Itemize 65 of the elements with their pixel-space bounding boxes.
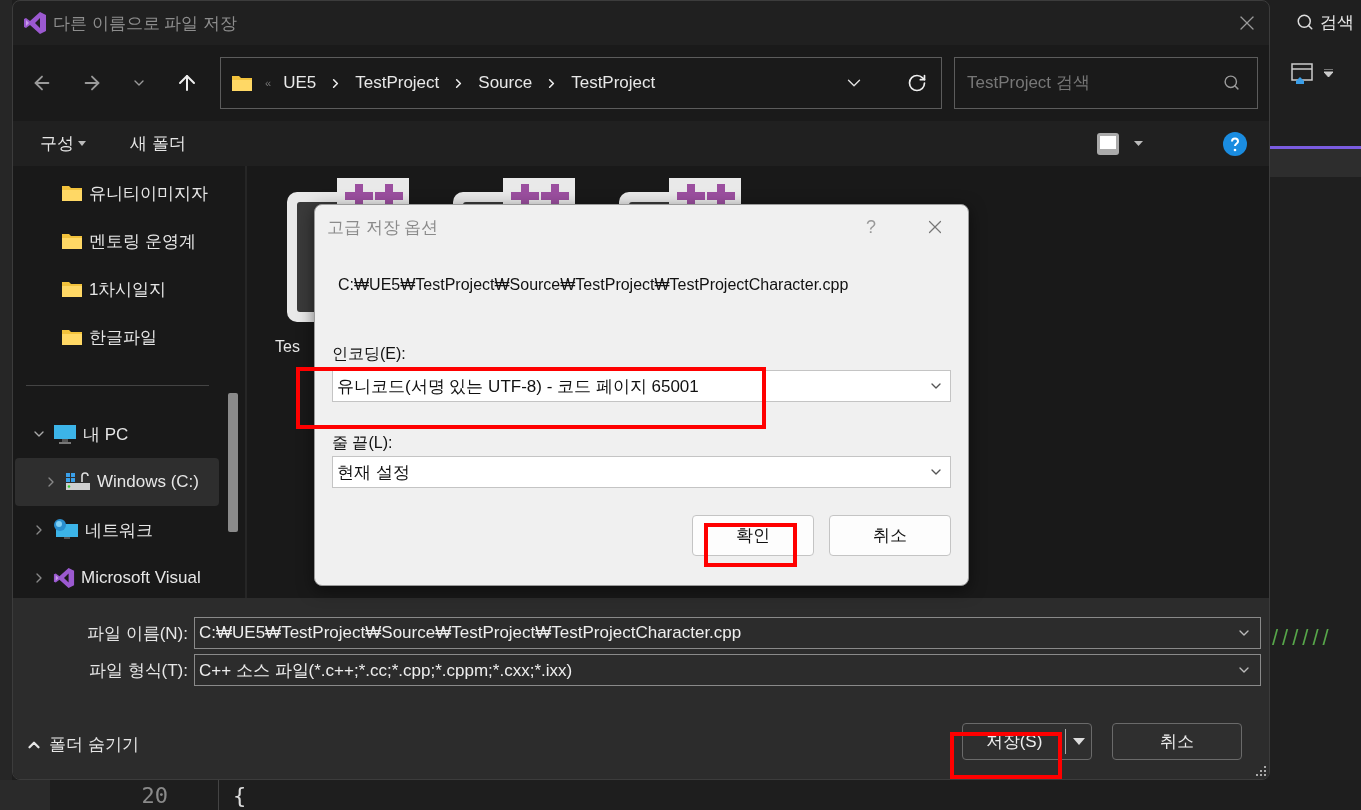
search-icon[interactable] — [1296, 13, 1314, 31]
overflow-mark: « — [265, 77, 272, 89]
dropdown-field[interactable]: 현재 설정 — [332, 456, 951, 488]
code-comment: ////// — [1272, 625, 1334, 651]
folder-label: 멘토링 운영계 — [89, 230, 196, 253]
breadcrumb[interactable]: Source — [478, 73, 533, 93]
infinity-logo-icon — [53, 567, 75, 589]
command-button[interactable]: 구성 — [40, 132, 86, 155]
breadcrumb[interactable]: UE5 — [283, 73, 317, 93]
field-label: 파일 형식(T): — [87, 659, 189, 682]
folder-icon — [61, 328, 83, 346]
search-label[interactable]: 검색 — [1320, 10, 1354, 34]
code-line: { — [233, 782, 247, 808]
caret-icon[interactable] — [1324, 69, 1333, 77]
dropdown-field[interactable]: 유니코드(서명 있는 UTF-8) - 코드 페이지 65001 — [332, 370, 951, 402]
combo-field[interactable]: C++ 소스 파일(*.c++;*.cc;*.cpp;*.cppm;*.cxx;*.ixx) — [194, 654, 1261, 686]
folder-icon — [231, 74, 253, 92]
window-home-icon[interactable] — [1290, 61, 1314, 85]
line-number: 20 — [140, 782, 168, 808]
tree-label: 내 PC — [83, 423, 129, 446]
tree-label: 네트워크 — [85, 519, 153, 542]
view-icon[interactable] — [1096, 131, 1143, 156]
search-field[interactable]: TestProject 검색 — [954, 57, 1258, 109]
field-label: 줄 끝(L): — [332, 433, 394, 453]
file-path: C:₩UE5₩TestProject₩Source₩TestProject₩TestProjectCharacter.cpp — [338, 276, 850, 294]
tree-item[interactable]: Windows (C:) — [15, 458, 219, 506]
window-title: 다른 이름으로 파일 저장 — [53, 12, 239, 35]
refresh-icon[interactable] — [907, 73, 927, 93]
folder-icon — [61, 280, 83, 298]
tree-label: Microsoft Visual — [81, 568, 201, 588]
folder-icon — [61, 232, 83, 250]
tree-item[interactable]: Microsoft Visual — [15, 554, 219, 602]
breadcrumb[interactable]: TestProject — [355, 73, 440, 93]
folder-icon — [61, 184, 83, 202]
folder-label: 1차시일지 — [89, 278, 167, 301]
search-icon[interactable] — [1223, 74, 1240, 91]
tree-label: Windows (C:) — [97, 472, 199, 492]
folder-label: 한글파일 — [89, 326, 157, 349]
file-name: Tes — [275, 338, 300, 356]
field-label: 파일 이름(N): — [85, 622, 189, 645]
folder-label: 유니티이미지자 — [89, 182, 208, 205]
sidebar-item[interactable]: 1차시일지 — [15, 265, 219, 313]
dialog-title: 고급 저장 옵션 — [327, 216, 440, 239]
breadcrumb[interactable]: TestProject — [571, 73, 656, 93]
tree-item[interactable]: 네트워크 — [15, 506, 219, 554]
caret-icon[interactable] — [1072, 738, 1085, 745]
dialog-button[interactable]: 취소 — [829, 515, 951, 556]
drive-icon — [65, 472, 91, 492]
address-bar[interactable]: « UE5 TestProject Source TestProject — [220, 57, 942, 109]
network-icon — [53, 519, 79, 541]
hide-folders-toggle[interactable]: 폴더 숨기기 — [25, 733, 139, 756]
tree-item[interactable]: 내 PC — [15, 410, 219, 458]
scrollbar-thumb[interactable] — [228, 393, 238, 532]
resize-grip-icon[interactable] — [1256, 766, 1266, 776]
caret-icon — [78, 141, 86, 146]
infinity-logo-icon — [23, 11, 47, 35]
cancel-button[interactable]: 취소 — [1112, 723, 1242, 760]
sidebar-item[interactable]: 한글파일 — [15, 313, 219, 361]
sidebar-item[interactable]: 유니티이미지자 — [15, 169, 219, 217]
help-icon[interactable] — [1223, 131, 1247, 156]
field-label: 인코딩(E): — [332, 344, 407, 364]
combo-field[interactable]: C:₩UE5₩TestProject₩Source₩TestProject₩TestProjectCharacter.cpp — [194, 617, 1261, 649]
sidebar-item[interactable]: 멘토링 운영계 — [15, 217, 219, 265]
monitor-icon — [53, 424, 77, 444]
command-button[interactable]: 새 폴더 — [130, 132, 186, 155]
